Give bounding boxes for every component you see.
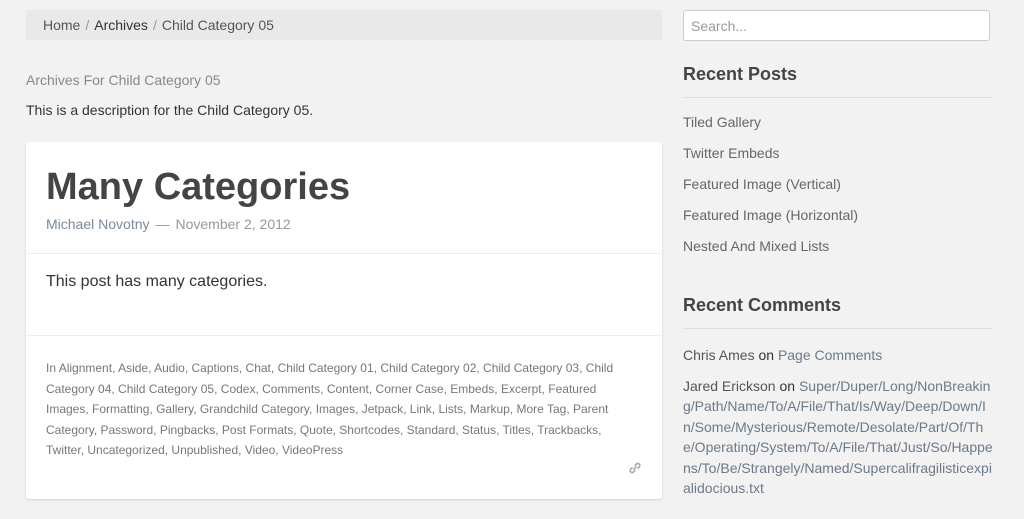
comment-post-link[interactable]: Page Comments: [778, 347, 882, 363]
category-link[interactable]: VideoPress: [282, 443, 343, 457]
archive-title: Archives For Child Category 05: [26, 72, 221, 88]
comment-post-link[interactable]: Super/Duper/Long/NonBreaking/Path/Name/T…: [683, 378, 993, 497]
category-link[interactable]: Standard: [407, 423, 456, 437]
category-link[interactable]: Corner Case: [376, 382, 444, 396]
recent-posts-list: Tiled Gallery Twitter Embeds Featured Im…: [683, 114, 858, 269]
post-content: This post has many categories.: [26, 254, 662, 336]
category-link[interactable]: Gallery: [156, 402, 193, 416]
recent-comment-item: Chris Ames on Page Comments: [683, 345, 993, 366]
category-link[interactable]: Comments: [262, 382, 320, 396]
category-link[interactable]: Alignment: [59, 361, 112, 375]
meta-separator: —: [155, 216, 170, 232]
recent-post-item: Featured Image (Horizontal): [683, 207, 858, 238]
category-link[interactable]: Pingbacks: [160, 423, 215, 437]
category-link[interactable]: Excerpt: [501, 382, 542, 396]
comment-on-text: on: [758, 347, 775, 363]
recent-post-link[interactable]: Featured Image (Horizontal): [683, 207, 858, 223]
category-link[interactable]: Password: [100, 423, 153, 437]
category-link[interactable]: More Tag: [517, 402, 567, 416]
post-meta: Michael Novotny — November 2, 2012: [46, 216, 642, 232]
recent-post-link[interactable]: Twitter Embeds: [683, 145, 779, 161]
category-link[interactable]: Child Category 05: [118, 382, 214, 396]
post-card: Many Categories Michael Novotny — November…: [26, 142, 662, 499]
breadcrumb-separator: /: [85, 17, 90, 33]
breadcrumb-separator: /: [152, 17, 157, 33]
category-link[interactable]: Status: [462, 423, 496, 437]
category-link[interactable]: Twitter: [46, 443, 81, 457]
category-link[interactable]: Markup: [470, 402, 510, 416]
category-link[interactable]: Lists: [438, 402, 463, 416]
category-link[interactable]: Codex: [221, 382, 256, 396]
recent-post-item: Nested And Mixed Lists: [683, 238, 858, 269]
recent-comment-item: Jared Erickson on Super/Duper/Long/NonBr…: [683, 376, 993, 499]
category-link[interactable]: Video: [245, 443, 275, 457]
recent-posts-heading: Recent Posts: [683, 64, 992, 98]
category-link[interactable]: Link: [410, 402, 432, 416]
category-link[interactable]: Uncategorized: [87, 443, 164, 457]
category-link[interactable]: Child Category 02: [380, 361, 476, 375]
post-author-link[interactable]: Michael Novotny: [46, 216, 150, 232]
recent-post-item: Twitter Embeds: [683, 145, 858, 176]
recent-comments-list: Chris Ames on Page Comments Jared Ericks…: [683, 345, 993, 509]
category-link[interactable]: Post Formats: [222, 423, 293, 437]
category-link[interactable]: Images: [316, 402, 355, 416]
breadcrumb-home-link[interactable]: Home: [43, 17, 80, 33]
search-input[interactable]: [683, 10, 990, 41]
post-categories: In Alignment, Aside, Audio, Captions, Ch…: [26, 336, 662, 461]
archive-description: This is a description for the Child Cate…: [26, 102, 314, 118]
breadcrumb-archives-link[interactable]: Archives: [94, 17, 148, 33]
recent-post-link[interactable]: Nested And Mixed Lists: [683, 238, 829, 254]
category-link[interactable]: Child Category 03: [483, 361, 579, 375]
post-date-link[interactable]: November 2, 2012: [176, 216, 291, 232]
recent-post-item: Featured Image (Vertical): [683, 176, 858, 207]
comment-author: Chris Ames: [683, 347, 755, 363]
category-link[interactable]: Titles: [503, 423, 531, 437]
category-link[interactable]: Chat: [246, 361, 271, 375]
recent-post-link[interactable]: Tiled Gallery: [683, 114, 761, 130]
recent-post-item: Tiled Gallery: [683, 114, 858, 145]
categories-prefix: In: [46, 361, 57, 375]
recent-comments-heading: Recent Comments: [683, 295, 992, 329]
category-link[interactable]: Trackbacks: [537, 423, 598, 437]
comment-on-text: on: [779, 377, 796, 394]
category-link[interactable]: Jetpack: [362, 402, 403, 416]
post-header: Many Categories Michael Novotny — November…: [26, 142, 662, 254]
category-link[interactable]: Quote: [300, 423, 333, 437]
comment-author: Jared Erickson: [683, 377, 776, 394]
category-link[interactable]: Content: [327, 382, 369, 396]
recent-post-link[interactable]: Featured Image (Vertical): [683, 176, 841, 192]
link-icon[interactable]: [628, 461, 642, 475]
category-link[interactable]: Embeds: [450, 382, 494, 396]
category-list: Alignment, Aside, Audio, Captions, Chat,…: [46, 361, 614, 458]
category-link[interactable]: Captions: [192, 361, 239, 375]
post-title[interactable]: Many Categories: [46, 164, 642, 210]
category-link[interactable]: Aside: [118, 361, 148, 375]
breadcrumb: Home / Archives / Child Category 05: [26, 10, 662, 40]
category-link[interactable]: Shortcodes: [339, 423, 400, 437]
category-link[interactable]: Formatting: [92, 402, 149, 416]
category-link[interactable]: Grandchild Category: [200, 402, 309, 416]
category-link[interactable]: Child Category 01: [278, 361, 374, 375]
category-link[interactable]: Audio: [154, 361, 185, 375]
breadcrumb-current: Child Category 05: [161, 17, 274, 33]
category-link[interactable]: Unpublished: [171, 443, 238, 457]
